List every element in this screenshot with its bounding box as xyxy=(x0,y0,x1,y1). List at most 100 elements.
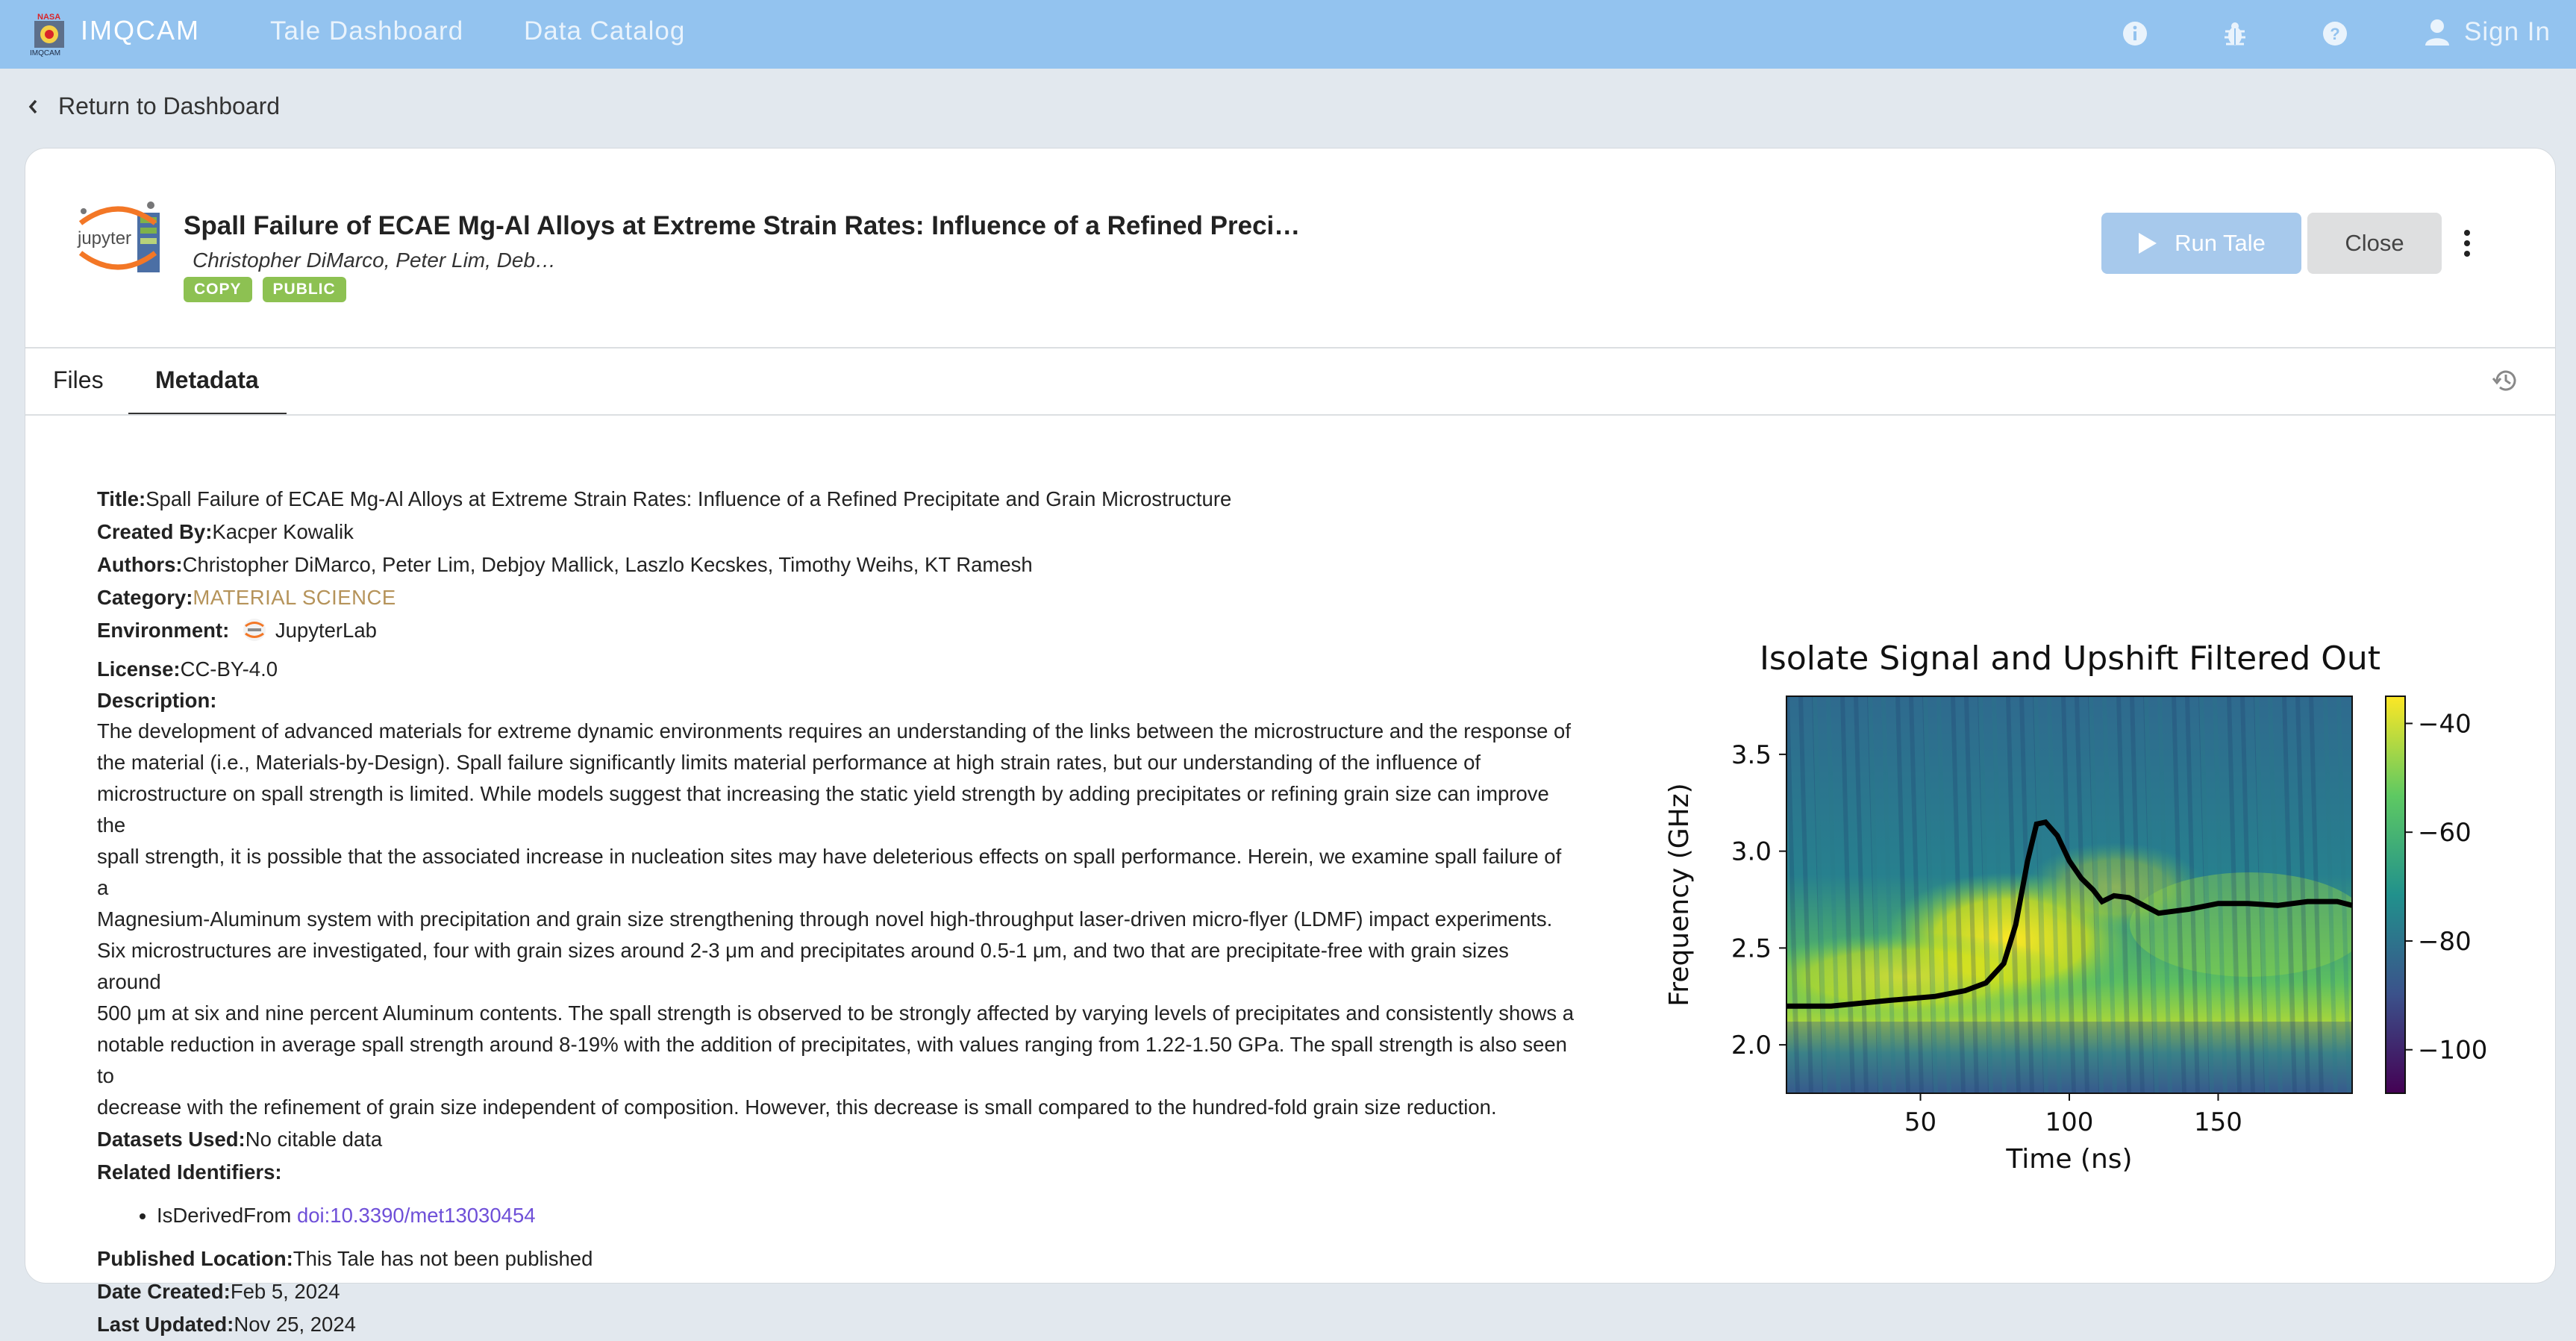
meta-last-updated-value: Nov 25, 2024 xyxy=(234,1313,356,1336)
meta-last-updated-label: Last Updated: xyxy=(97,1313,234,1336)
return-to-dashboard-label: Return to Dashboard xyxy=(58,93,281,119)
info-icon[interactable] xyxy=(2119,18,2151,49)
brand-name[interactable]: IMQCAM xyxy=(81,15,200,46)
chart-title: Isolate Signal and Upshift Filtered Out xyxy=(1760,640,2380,678)
related-doi-link[interactable]: doi:10.3390/met13030454 xyxy=(297,1204,536,1227)
description-line: the material (i.e., Materials-by-Design)… xyxy=(97,751,1481,774)
meta-last-updated-row: Last Updated:Nov 25, 2024 xyxy=(97,1308,1575,1341)
svg-text:jupyter: jupyter xyxy=(77,228,131,248)
tale-title: Spall Failure of ECAE Mg-Al Alloys at Ex… xyxy=(184,211,1301,240)
meta-description-row: Description: xyxy=(97,686,1575,716)
description-line: notable reduction in average spall stren… xyxy=(97,1033,1567,1087)
meta-environment-value: JupyterLab xyxy=(275,619,377,642)
description-line: The development of advanced materials fo… xyxy=(97,719,1571,743)
meta-description-text: The development of advanced materials fo… xyxy=(97,716,1575,1123)
description-line: microstructure on spall strength is limi… xyxy=(97,782,1549,837)
run-tale-label: Run Tale xyxy=(2175,230,2266,256)
chevron-left-icon xyxy=(28,99,37,113)
spectrogram-heatmap xyxy=(1786,696,2352,1093)
meta-authors-value: Christopher DiMarco, Peter Lim, Debjoy M… xyxy=(182,553,1033,576)
user-icon xyxy=(2425,19,2449,46)
meta-datasets-value: No citable data xyxy=(245,1128,383,1151)
run-tale-button[interactable]: Run Tale xyxy=(2101,213,2301,274)
description-line: Six microstructures are investigated, fo… xyxy=(97,939,1509,993)
meta-created-by-row: Created By:Kacper Kowalik xyxy=(97,516,1575,548)
help-icon[interactable]: ? xyxy=(2319,18,2351,49)
colorbar-tick-label: −40 xyxy=(2418,709,2472,739)
history-icon[interactable] xyxy=(2492,366,2520,395)
meta-related-row: Related Identifiers: xyxy=(97,1156,1575,1189)
meta-date-created-row: Date Created:Feb 5, 2024 xyxy=(97,1275,1575,1308)
jupyterlab-icon xyxy=(243,619,266,641)
colorbar xyxy=(2385,695,2406,1094)
meta-description-label: Description: xyxy=(97,689,217,712)
colorbar-tick-label: −60 xyxy=(2418,818,2472,848)
meta-license-row: License:CC-BY-4.0 xyxy=(97,653,1575,686)
y-tick-label: 2.0 xyxy=(1731,1031,1772,1060)
tale-tags: COPY PUBLIC xyxy=(184,277,346,302)
meta-title-label: Title: xyxy=(97,487,146,510)
meta-published-value: This Tale has not been published xyxy=(293,1247,593,1270)
colorbar-tick-label: −100 xyxy=(2418,1036,2487,1066)
meta-date-created-label: Date Created: xyxy=(97,1280,231,1303)
colorbar-tick-label: −80 xyxy=(2418,927,2472,957)
sign-in-button[interactable]: Sign In xyxy=(2424,13,2551,51)
tale-authors: Christopher DiMarco, Peter Lim, Deb… xyxy=(193,248,557,272)
metadata-panel: Title:Spall Failure of ECAE Mg-Al Alloys… xyxy=(97,483,1575,1341)
meta-published-row: Published Location:This Tale has not bee… xyxy=(97,1242,1575,1275)
spectrogram-chart: Isolate Signal and Upshift Filtered Out … xyxy=(1664,640,2487,1175)
return-to-dashboard-link[interactable]: Return to Dashboard xyxy=(27,93,280,120)
y-tick-label: 3.5 xyxy=(1731,740,1772,770)
svg-text:?: ? xyxy=(2330,25,2339,43)
meta-title-value: Spall Failure of ECAE Mg-Al Alloys at Ex… xyxy=(146,487,1232,510)
meta-title-row: Title:Spall Failure of ECAE Mg-Al Alloys… xyxy=(97,483,1575,516)
public-badge: PUBLIC xyxy=(262,277,346,302)
x-tick-label: 100 xyxy=(2045,1107,2094,1137)
imqcam-logo[interactable]: NASA IMQCAM xyxy=(30,10,70,58)
meta-license-label: License: xyxy=(97,657,181,681)
tab-metadata[interactable]: Metadata xyxy=(155,366,259,394)
more-options-icon[interactable] xyxy=(2460,228,2475,259)
meta-published-label: Published Location: xyxy=(97,1247,293,1270)
meta-datasets-label: Datasets Used: xyxy=(97,1128,246,1151)
related-relation: IsDerivedFrom xyxy=(157,1204,292,1227)
svg-text:NASA: NASA xyxy=(37,13,60,22)
meta-datasets-row: Datasets Used:No citable data xyxy=(97,1123,1575,1156)
meta-related-label: Related Identifiers: xyxy=(97,1160,282,1184)
tale-card: jupyter Spall Failure of ECAE Mg-Al Allo… xyxy=(25,148,2556,1336)
meta-category-value: MATERIAL SCIENCE xyxy=(193,586,396,609)
jupyter-logo: jupyter xyxy=(77,201,160,272)
meta-environment-label: Environment: xyxy=(97,619,230,642)
play-icon xyxy=(2139,233,2157,254)
nav-tale-dashboard[interactable]: Tale Dashboard xyxy=(270,16,463,46)
top-navbar: NASA IMQCAM IMQCAM Tale Dashboard Data C… xyxy=(0,0,2576,69)
svg-text:IMQCAM: IMQCAM xyxy=(30,49,60,57)
meta-authors-row: Authors:Christopher DiMarco, Peter Lim, … xyxy=(97,548,1575,581)
description-line: Magnesium-Aluminum system with precipita… xyxy=(97,907,1553,931)
tabs-divider xyxy=(25,414,2555,416)
meta-authors-label: Authors: xyxy=(97,553,183,576)
description-line: decrease with the refinement of grain si… xyxy=(97,1095,1497,1119)
y-tick-label: 2.5 xyxy=(1731,934,1772,963)
description-line: 500 μm at six and nine percent Aluminum … xyxy=(97,1001,1575,1025)
tab-files[interactable]: Files xyxy=(53,366,104,394)
meta-created-by-value: Kacper Kowalik xyxy=(212,520,354,543)
related-identifiers-list: IsDerivedFrom doi:10.3390/met13030454 xyxy=(97,1199,1575,1232)
related-identifier-item: IsDerivedFrom doi:10.3390/met13030454 xyxy=(157,1199,1575,1232)
meta-category-row: Category:MATERIAL SCIENCE xyxy=(97,581,1575,614)
meta-created-by-label: Created By: xyxy=(97,520,213,543)
x-tick-label: 50 xyxy=(1904,1107,1936,1137)
description-line: spall strength, it is possible that the … xyxy=(97,845,1562,899)
meta-license-value: CC-BY-4.0 xyxy=(180,657,278,681)
meta-environment-row: Environment: JupyterLab xyxy=(97,614,1575,647)
header-divider xyxy=(25,347,2555,348)
bug-icon[interactable] xyxy=(2219,18,2251,49)
x-axis-label: Time (ns) xyxy=(2005,1144,2132,1175)
close-button[interactable]: Close xyxy=(2307,213,2442,274)
sign-in-label: Sign In xyxy=(2464,17,2551,46)
meta-category-label: Category: xyxy=(97,586,193,609)
nav-data-catalog[interactable]: Data Catalog xyxy=(524,16,685,46)
x-tick-label: 150 xyxy=(2194,1107,2242,1137)
y-tick-label: 3.0 xyxy=(1731,837,1772,867)
y-axis-label: Frequency (GHz) xyxy=(1664,783,1695,1006)
